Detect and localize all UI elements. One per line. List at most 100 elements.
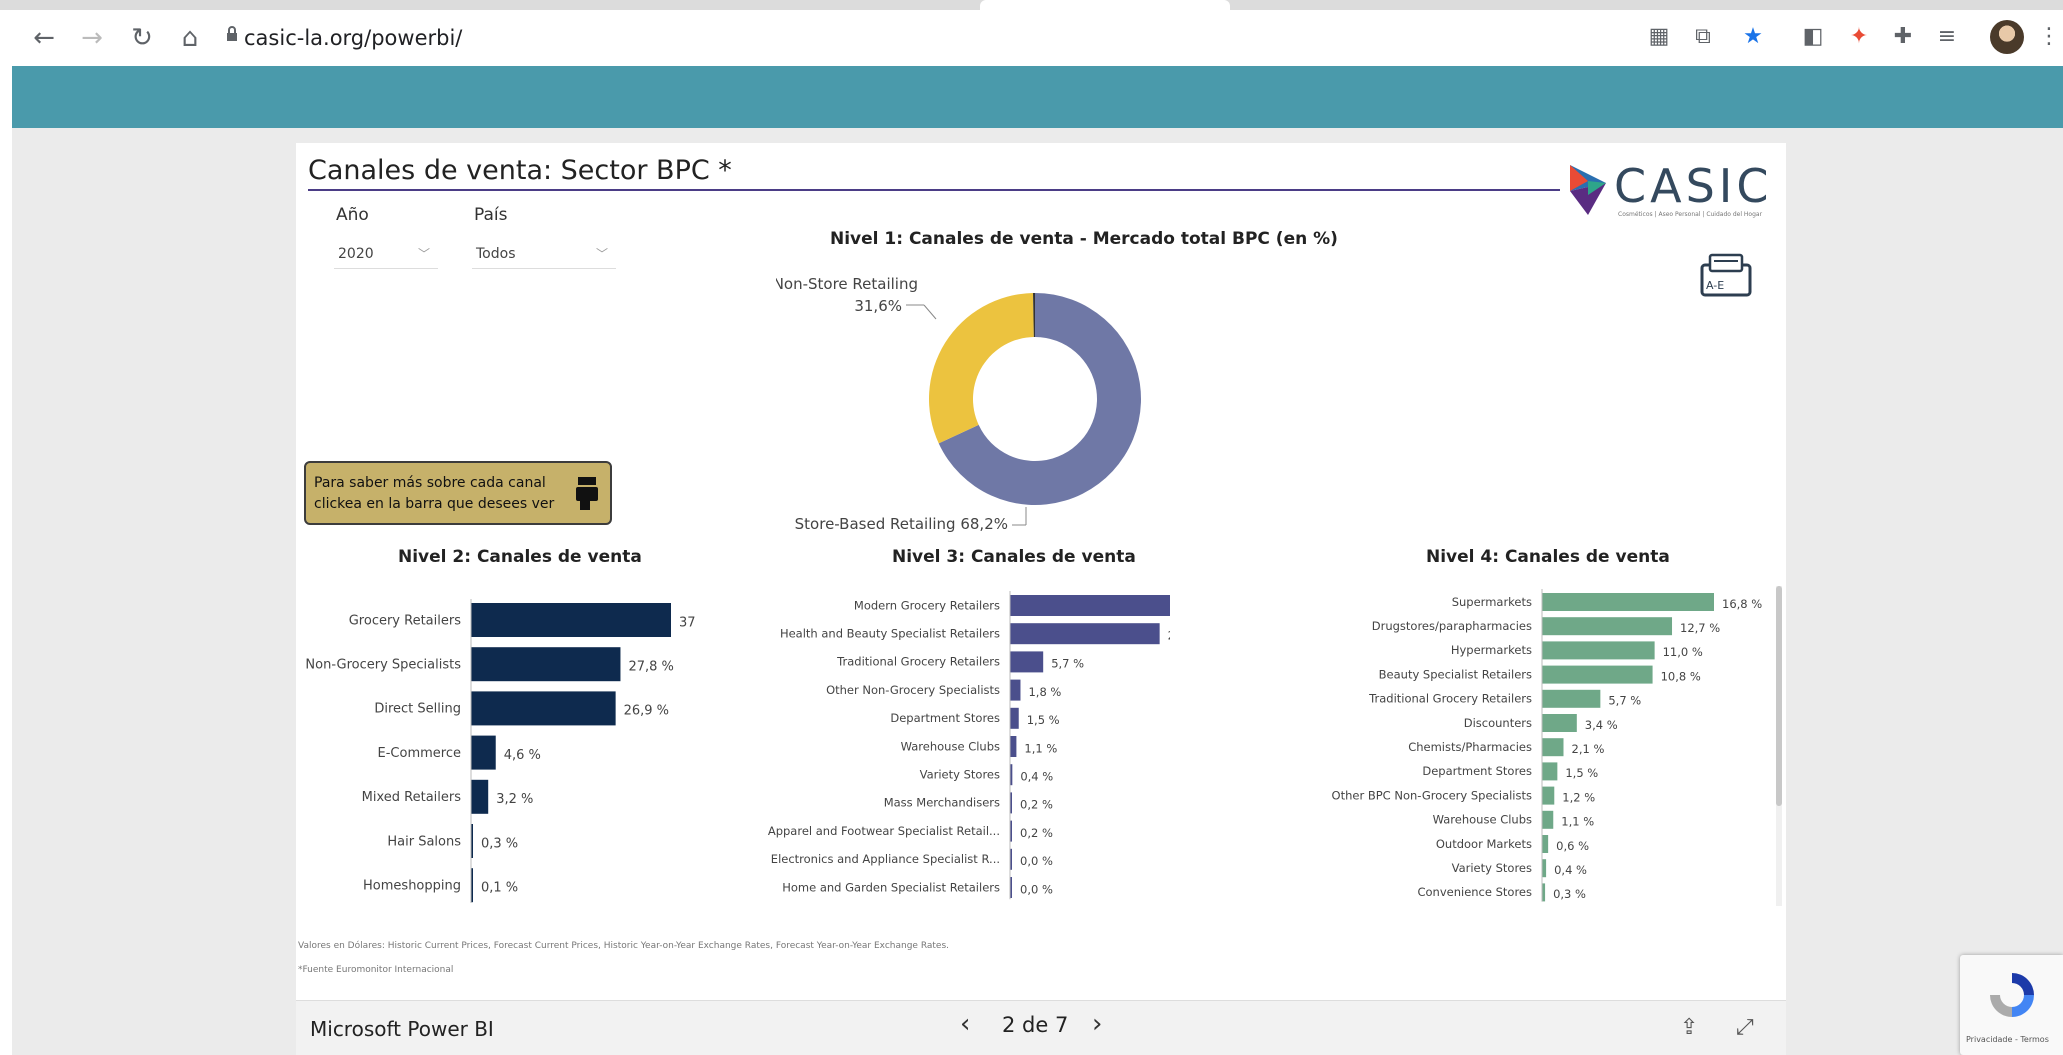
data-label: 1,8 %	[1028, 685, 1061, 699]
data-label: 16,8 %	[1722, 597, 1762, 611]
bar[interactable]	[1010, 736, 1017, 757]
bar[interactable]	[471, 691, 616, 726]
bar[interactable]	[471, 647, 621, 682]
nivel2-title: Nivel 2: Canales de venta	[398, 547, 642, 567]
chevron-down-icon: ﹀	[595, 247, 608, 261]
data-label: 26,9 %	[624, 704, 669, 719]
category-label: Warehouse Clubs	[1433, 813, 1532, 827]
reload-icon[interactable]: ↻	[126, 22, 158, 54]
bar[interactable]	[1542, 859, 1547, 878]
prev-page-button[interactable]: ‹	[960, 1009, 970, 1039]
bar[interactable]	[1542, 738, 1564, 757]
category-label: Other Non-Grocery Specialists	[826, 683, 1000, 697]
extension-icon[interactable]: ◧	[1800, 24, 1826, 50]
category-label: E-Commerce	[378, 746, 461, 761]
data-label: 0,2 %	[1020, 826, 1053, 840]
recaptcha-badge[interactable]: Privacidade - Termos	[1960, 955, 2063, 1055]
address-bar[interactable]: casic-la.org/powerbi/	[244, 26, 462, 50]
category-label: Department Stores	[890, 711, 1000, 725]
data-label: 25,7 %	[1168, 629, 1170, 643]
bar[interactable]	[471, 603, 671, 637]
data-label: 0,1 %	[481, 881, 518, 896]
menu-dots-icon[interactable]: ⋮	[2036, 24, 2062, 50]
nivel4-title: Nivel 4: Canales de venta	[1426, 547, 1670, 567]
data-label: 1,5 %	[1565, 766, 1598, 780]
country-filter-label: País	[474, 205, 508, 225]
next-page-button[interactable]: ›	[1092, 1009, 1102, 1039]
tab-strip	[0, 0, 2063, 10]
bar[interactable]	[1542, 665, 1653, 684]
casic-logo-subtitle: Cosméticos | Aseo Personal | Cuidado del…	[1618, 211, 1763, 218]
scrollbar-thumb[interactable]	[1776, 586, 1782, 806]
data-label: 0,0 %	[1020, 882, 1053, 896]
data-label: 0,4 %	[1020, 770, 1053, 784]
forward-icon[interactable]: →	[76, 22, 108, 54]
casic-logo-icon	[1570, 165, 1606, 215]
country-select[interactable]: Todos ﹀	[472, 239, 616, 269]
bar[interactable]	[471, 735, 496, 770]
bar[interactable]	[1010, 651, 1044, 673]
nivel3-bar-chart[interactable]: Modern Grocery Retailers31,6 %Health and…	[750, 583, 1170, 903]
bar[interactable]	[471, 779, 489, 814]
bar[interactable]	[1010, 679, 1021, 701]
nivel2-bar-chart[interactable]: Grocery Retailers 37,2 % Non-Grocery Speci…	[296, 583, 696, 903]
nivel1-title: Nivel 1: Canales de venta - Mercado tota…	[830, 229, 1338, 249]
lock-icon	[227, 26, 237, 41]
bar[interactable]	[1542, 641, 1655, 660]
data-label: 12,7 %	[1680, 621, 1720, 635]
bar[interactable]	[1542, 714, 1577, 732]
bar[interactable]	[1542, 617, 1673, 636]
profile-avatar[interactable]	[1990, 20, 2024, 54]
home-icon[interactable]: ⌂	[174, 22, 206, 54]
back-icon[interactable]: ←	[28, 22, 60, 54]
powerbi-report: Canales de venta: Sector BPC * CASIC Cos…	[296, 143, 1786, 1000]
bar[interactable]	[1010, 707, 1019, 729]
reading-list-icon[interactable]: ≡	[1934, 24, 1960, 50]
category-label: Convenience Stores	[1417, 885, 1532, 899]
color-extension-icon[interactable]: ✦	[1846, 24, 1872, 50]
bar[interactable]	[1542, 835, 1549, 853]
bar[interactable]	[1542, 762, 1558, 781]
bar[interactable]	[1010, 623, 1160, 645]
data-label: 1,1 %	[1561, 815, 1594, 829]
share-icon[interactable]: ⇪	[1680, 1015, 1698, 1040]
bar[interactable]	[1542, 689, 1601, 708]
bar[interactable]	[1542, 593, 1714, 611]
pointing-hand-icon	[576, 477, 598, 510]
category-label: Variety Stores	[1452, 861, 1532, 875]
category-label: Other BPC Non-Grocery Specialists	[1332, 788, 1532, 802]
category-label: Drugstores/parapharmacies	[1372, 619, 1532, 633]
nivel4-scrollbar[interactable]	[1776, 586, 1782, 906]
recaptcha-links[interactable]: Privacidade - Termos	[1966, 1035, 2049, 1044]
data-label: 1,1 %	[1024, 741, 1057, 755]
tip-line-2: clickea en la barra que desees ver	[314, 496, 555, 512]
label-non-store-2: 31,6%	[854, 297, 902, 315]
footnote-values: Valores en Dólares: Historic Current Pri…	[298, 941, 950, 951]
bar[interactable]	[1542, 786, 1555, 805]
bar[interactable]	[1010, 595, 1170, 616]
glossary-a-e-icon[interactable]: A-E	[1698, 251, 1754, 297]
title-underline	[308, 189, 1560, 191]
bar[interactable]	[1542, 810, 1554, 829]
browser-toolbar: ← → ↻ ⌂ casic-la.org/powerbi/ ▦ ⧉ ★ ◧ ✦ …	[0, 0, 2063, 66]
data-label: 37,2 %	[679, 615, 696, 630]
year-select[interactable]: 2020 ﹀	[334, 239, 438, 269]
footnote-source: *Fuente Euromonitor Internacional	[298, 965, 454, 975]
nivel4-bar-chart[interactable]: Supermarkets 16,8 % Drugstores/parapharmac…	[1326, 583, 1766, 903]
translate-icon[interactable]: ⧉	[1690, 24, 1716, 50]
page-left-edge	[0, 66, 12, 1055]
powerbi-brand[interactable]: Microsoft Power BI	[310, 1017, 494, 1041]
data-label: 1,5 %	[1027, 713, 1060, 727]
puzzle-icon[interactable]: ✚	[1890, 24, 1916, 50]
bookmark-star-icon[interactable]: ★	[1740, 24, 1766, 50]
data-label: 0,2 %	[1020, 798, 1053, 812]
data-label: 0,3 %	[481, 836, 518, 851]
fullscreen-icon[interactable]: ⤢	[1736, 1015, 1754, 1040]
donut-slice-2[interactable]	[929, 293, 1034, 444]
category-label: Non-Grocery Specialists	[305, 658, 461, 673]
category-label: Variety Stores	[920, 768, 1000, 782]
category-label: Homeshopping	[363, 879, 461, 894]
nivel1-donut-chart[interactable]: Store-Based Retailing 68,2% Non-Store Ret…	[776, 263, 1296, 563]
active-tab[interactable]	[980, 0, 1230, 10]
qr-code-icon[interactable]: ▦	[1646, 24, 1672, 50]
